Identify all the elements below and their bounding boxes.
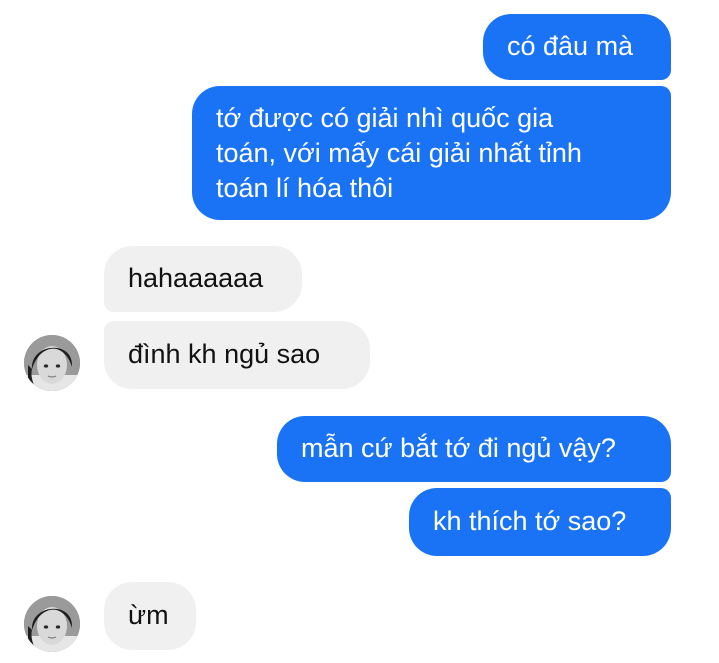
message-text: mẫn cứ bắt tớ đi ngủ vậy? — [301, 433, 616, 463]
message-text-line: toán lí hóa thôi — [216, 173, 394, 203]
outgoing-message[interactable]: có đâu mà — [483, 14, 671, 80]
outgoing-message[interactable]: tớ được có giải nhì quốc gia toán, với m… — [192, 86, 671, 220]
message-text-line: toán, với mấy cái giải nhất tỉnh — [216, 138, 582, 168]
outgoing-message[interactable]: mẫn cứ bắt tớ đi ngủ vậy? — [277, 416, 671, 482]
contact-avatar[interactable] — [24, 596, 80, 652]
contact-avatar-photo — [24, 335, 80, 391]
message-text: có đâu mà — [507, 31, 634, 61]
message-text: ừm — [128, 600, 169, 630]
message-text: kh thích tớ sao? — [433, 506, 627, 536]
message-text: đình kh ngủ sao — [128, 339, 321, 369]
message-text-line: tớ được có giải nhì quốc gia — [216, 103, 554, 133]
incoming-message[interactable]: hahaaaaaa — [104, 246, 302, 312]
incoming-message[interactable]: đình kh ngủ sao — [104, 321, 370, 389]
contact-avatar[interactable] — [24, 335, 80, 391]
outgoing-message[interactable]: kh thích tớ sao? — [409, 488, 671, 556]
message-text: hahaaaaaa — [128, 263, 264, 293]
contact-avatar-photo — [24, 596, 80, 652]
incoming-message[interactable]: ừm — [104, 582, 196, 650]
